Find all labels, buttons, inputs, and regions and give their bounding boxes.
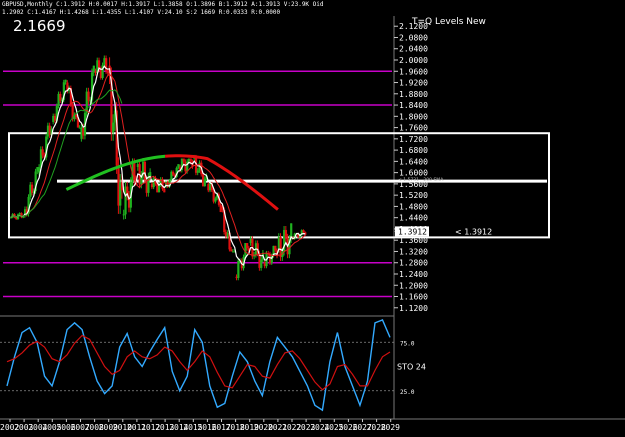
price-display: 2.1669 <box>13 17 66 35</box>
range-box <box>8 132 550 239</box>
y-tick-label: 1.9200 <box>399 79 428 88</box>
mid-ma-line <box>10 73 306 257</box>
candle-body <box>230 249 233 252</box>
y-tick-label: 1.6800 <box>399 146 428 155</box>
candle-body <box>189 158 192 162</box>
y-tick-label: 1.4800 <box>399 202 428 211</box>
y-tick-label: 1.4400 <box>399 214 428 223</box>
candle-body <box>112 122 115 133</box>
candle-body <box>87 91 90 101</box>
y-tick-label: 2.0000 <box>399 56 428 65</box>
candle-body <box>302 230 305 233</box>
candle-body <box>64 79 67 83</box>
candle-body <box>274 245 277 251</box>
fast-ma-line <box>10 65 306 266</box>
candle-body <box>196 170 199 173</box>
candle-body <box>41 149 44 156</box>
y-tick-label: 1.3200 <box>399 247 428 256</box>
candle-body <box>237 260 240 278</box>
oscillator-label: STO 24 <box>397 363 426 372</box>
current-price-label: < 1.3912 <box>455 227 492 236</box>
y-tick-label: 1.1600 <box>399 293 428 302</box>
candle-body <box>182 158 185 162</box>
candle-body <box>163 188 166 193</box>
y-tick-label: 1.8000 <box>399 112 428 121</box>
sto-main-line <box>6 319 391 412</box>
y-tick-label: 1.9600 <box>399 67 428 76</box>
x-tick-label: 2029 <box>381 423 400 432</box>
candle-body <box>203 178 206 187</box>
candle-body <box>260 259 263 268</box>
candle-body <box>9 217 13 219</box>
y-tick-label: 1.7200 <box>399 135 428 144</box>
y-tick-label: 1.6000 <box>399 169 428 178</box>
y-tick-label: 1.5200 <box>399 191 428 200</box>
candle-body <box>157 184 161 193</box>
y-tick-label: 2.0400 <box>399 45 428 54</box>
candle-body <box>214 198 217 202</box>
price-chart[interactable]: 2.12002.08002.04002.00001.96001.92001.88… <box>0 0 625 437</box>
y-tick-label: 1.2000 <box>399 281 428 290</box>
candle-body <box>246 243 249 249</box>
sma200-label: < 1.5731 - 200 SMA <box>398 177 444 183</box>
candle-body <box>172 171 175 175</box>
sto-tick-label: 75.0 <box>400 340 415 347</box>
sto-tick-label: 25.0 <box>400 389 415 396</box>
y-tick-label: 2.0800 <box>399 33 428 42</box>
candle-body <box>22 216 25 218</box>
candle-body <box>122 214 125 216</box>
y-tick-label: 1.2800 <box>399 259 428 268</box>
candle-body <box>284 229 288 238</box>
y-tick-label: 1.8800 <box>399 90 428 99</box>
y-tick-label: 1.7600 <box>399 124 428 133</box>
candle-body <box>149 172 152 177</box>
y-tick-label: 1.2400 <box>399 270 428 279</box>
indicator-title: T=Q Levels New <box>412 17 486 27</box>
y-tick-label: 1.6400 <box>399 157 428 166</box>
current-price-tag: 1.3912 <box>398 227 427 236</box>
y-tick-label: 1.1200 <box>399 304 428 313</box>
chart-window[interactable]: GBPUSD,Monthly C:1.3912 H:0.0017 H:1.391… <box>0 0 625 437</box>
y-tick-label: 1.8400 <box>399 101 428 110</box>
candle-body <box>59 93 62 101</box>
